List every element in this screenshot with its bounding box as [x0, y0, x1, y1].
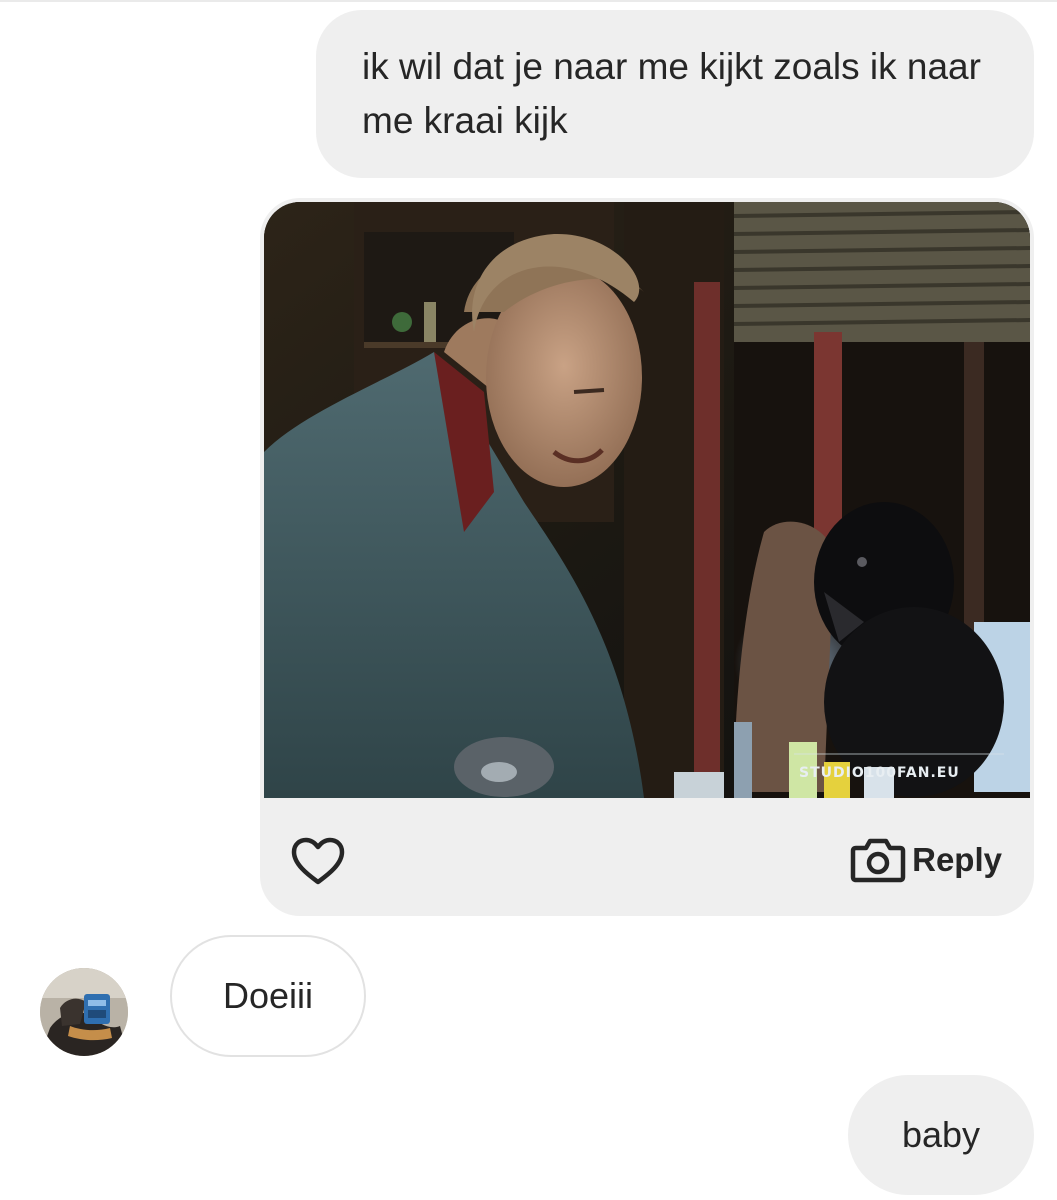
received-message-text: Doeiii	[222, 975, 314, 1016]
shared-image[interactable]: STUDIO100FAN.EU	[264, 202, 1030, 798]
shared-image-footer: Reply	[260, 798, 1034, 916]
top-divider	[0, 0, 1057, 2]
shared-image-card[interactable]: STUDIO100FAN.EU Reply	[260, 198, 1034, 916]
avatar[interactable]	[40, 968, 128, 1056]
heart-icon[interactable]	[290, 836, 346, 886]
sent-message-text: ik wil dat je naar me kijkt zoals ik naa…	[362, 46, 981, 141]
avatar-image	[40, 968, 128, 1056]
shared-image-still: STUDIO100FAN.EU	[264, 202, 1030, 798]
sent-message-bubble-final[interactable]: baby	[848, 1075, 1034, 1195]
reply-button[interactable]: Reply	[850, 834, 1002, 886]
received-message-bubble[interactable]: Doeiii	[170, 935, 366, 1057]
sent-message-final-text: baby	[901, 1114, 981, 1155]
watermark: STUDIO100FAN.EU	[799, 765, 960, 781]
camera-icon	[850, 838, 906, 883]
sent-message-bubble[interactable]: ik wil dat je naar me kijkt zoals ik naa…	[316, 10, 1034, 178]
reply-label: Reply	[912, 841, 1002, 878]
